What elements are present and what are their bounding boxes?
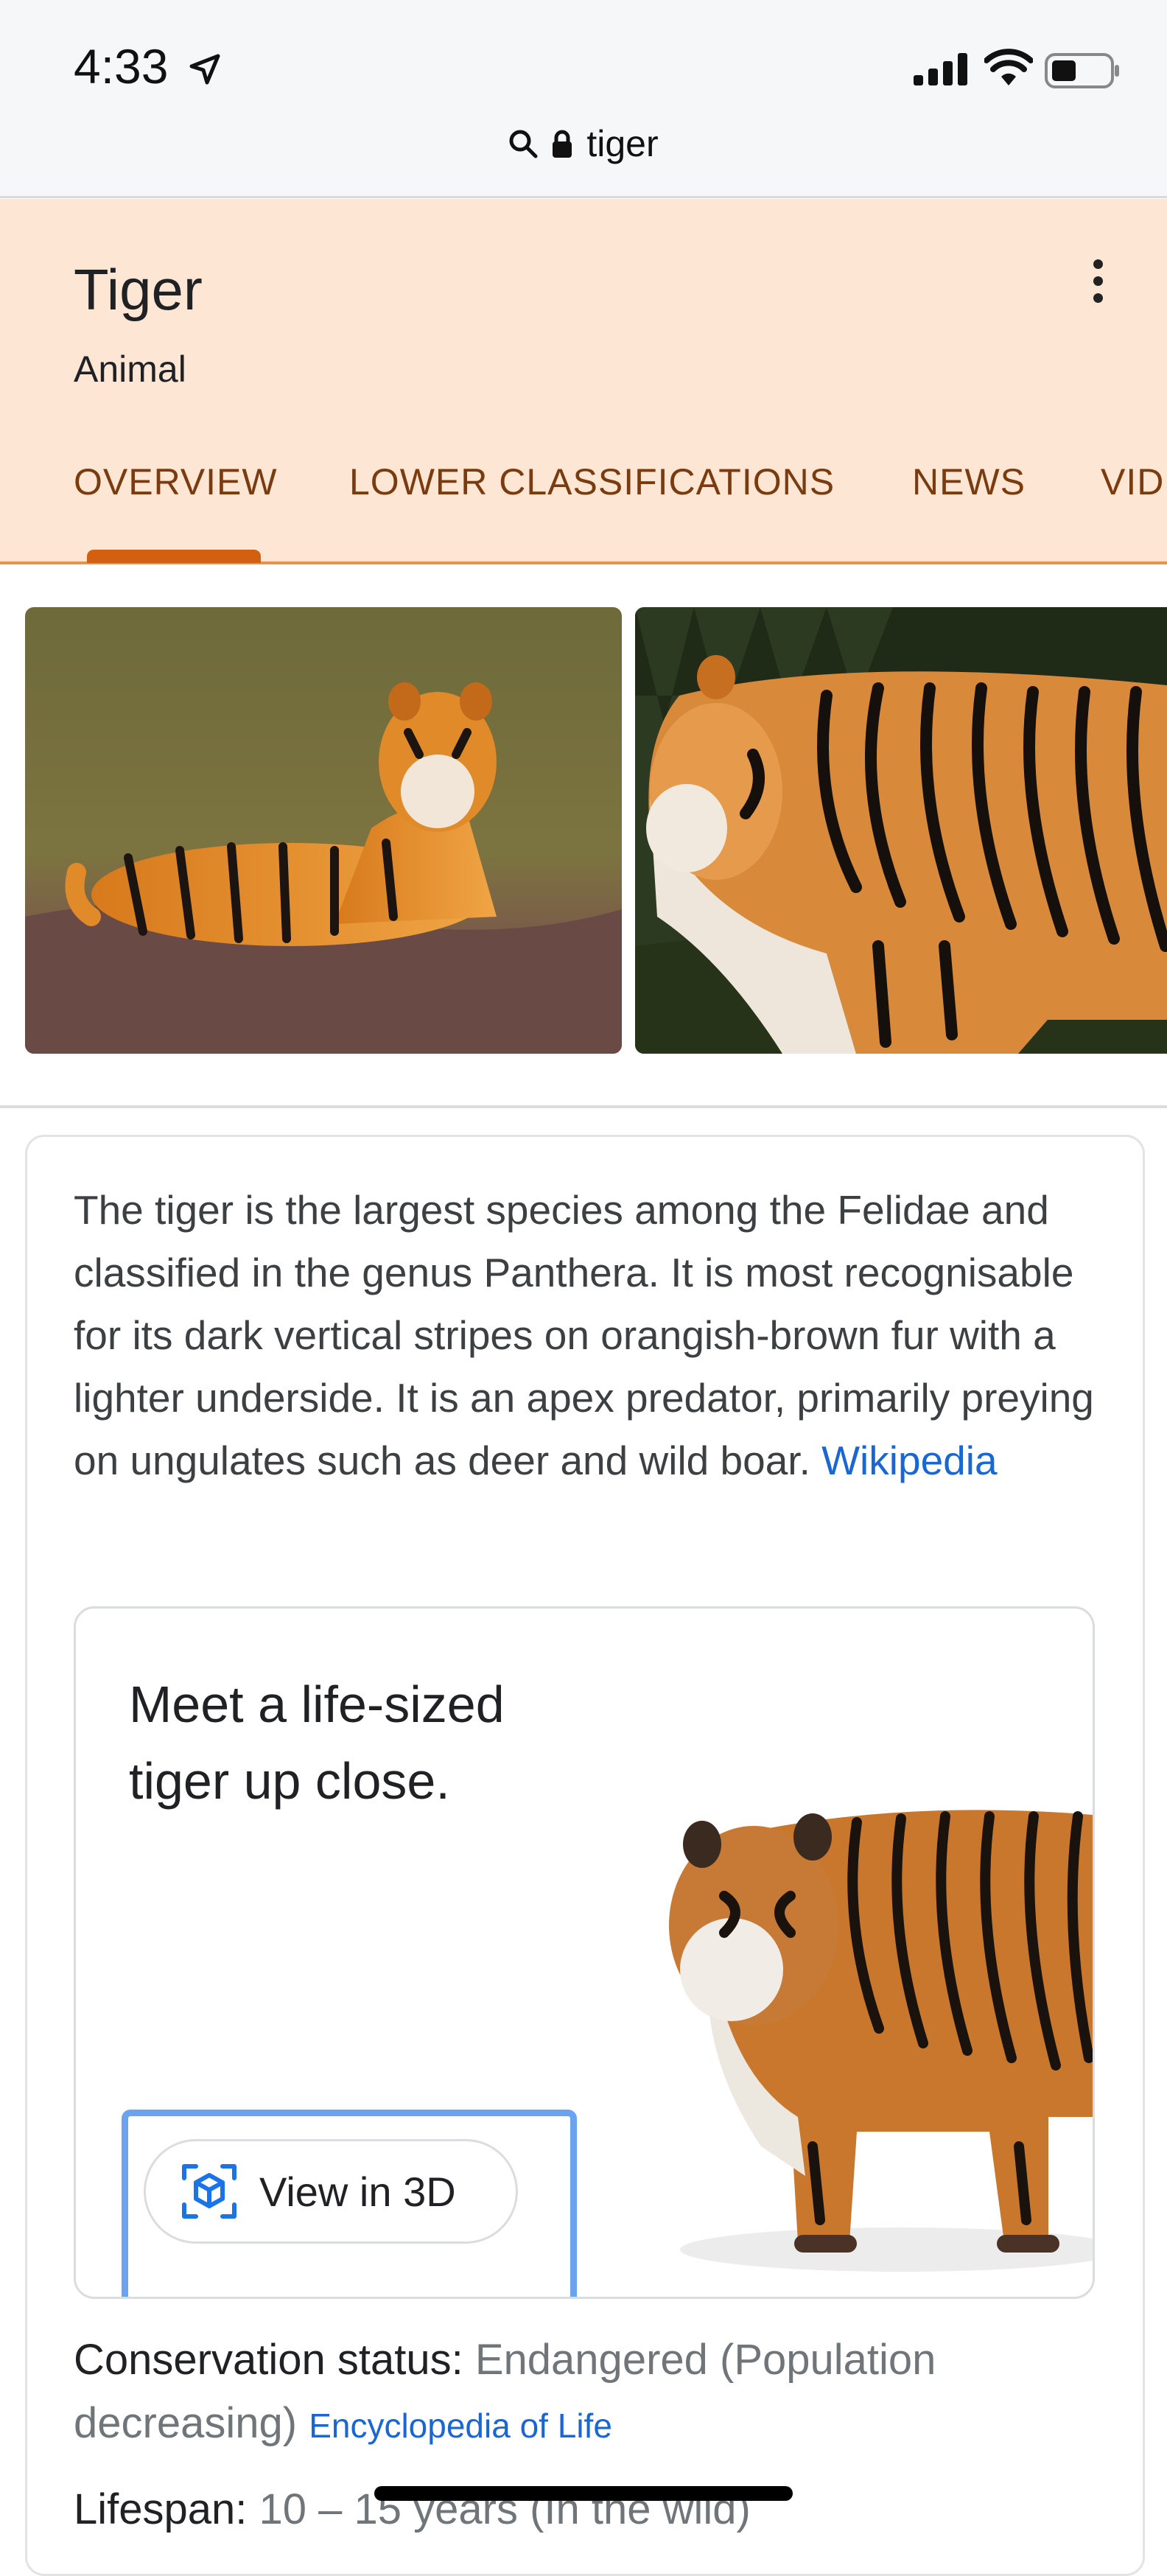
lifespan-label: Lifespan: <box>74 2485 248 2533</box>
cellular-signal-icon <box>914 53 967 85</box>
view-in-3d-label: View in 3D <box>259 2168 456 2215</box>
battery-icon <box>1045 53 1119 88</box>
status-time: 4:33 <box>74 39 169 94</box>
wikipedia-link[interactable]: Wikipedia <box>821 1438 997 1483</box>
search-icon <box>509 130 538 158</box>
encyclopedia-of-life-link[interactable]: Encyclopedia of Life <box>309 2407 612 2445</box>
tiger-image-1[interactable] <box>25 607 622 1054</box>
tab-videos[interactable]: VID <box>1101 461 1164 503</box>
tiger-image-2[interactable] <box>635 607 1167 1054</box>
image-carousel[interactable] <box>0 606 1167 1057</box>
tab-lower-classifications[interactable]: LOWER CLASSIFICATIONS <box>349 461 835 503</box>
entity-title: Tiger <box>74 257 203 322</box>
knowledge-panel-header: Tiger Animal OVERVIEW LOWER CLASSIFICATI… <box>0 199 1167 564</box>
location-arrow-icon <box>189 54 220 85</box>
entity-description: The tiger is the largest species among t… <box>74 1179 1098 1492</box>
tab-selected-indicator <box>87 550 261 563</box>
tab-news[interactable]: NEWS <box>912 461 1026 503</box>
section-divider <box>0 1105 1167 1108</box>
home-indicator[interactable] <box>374 2486 793 2501</box>
view-in-3d-button[interactable]: View in 3D <box>144 2139 518 2244</box>
wifi-icon <box>984 49 1033 85</box>
conservation-status-label: Conservation status: <box>74 2336 463 2384</box>
entity-subtitle: Animal <box>74 349 186 390</box>
conservation-status-row: Conservation status: Endangered (Populat… <box>74 2328 1098 2457</box>
tab-bar: OVERVIEW LOWER CLASSIFICATIONS NEWS VID <box>0 461 1167 564</box>
browser-top-bar: 4:33 tiger <box>0 0 1167 198</box>
more-options-icon[interactable] <box>1083 259 1112 318</box>
3d-cube-icon <box>182 2164 236 2219</box>
tab-overview[interactable]: OVERVIEW <box>74 461 278 503</box>
ar-card-title: Meet a life-sized tiger up close. <box>129 1676 505 1810</box>
address-query: tiger <box>586 123 659 164</box>
view-in-3d-card[interactable]: Meet a life-sized tiger up close. View i… <box>74 1606 1095 2299</box>
lock-icon <box>553 130 572 158</box>
address-bar[interactable]: tiger <box>0 122 1167 166</box>
tiger-3d-model-image <box>669 1810 1093 2272</box>
